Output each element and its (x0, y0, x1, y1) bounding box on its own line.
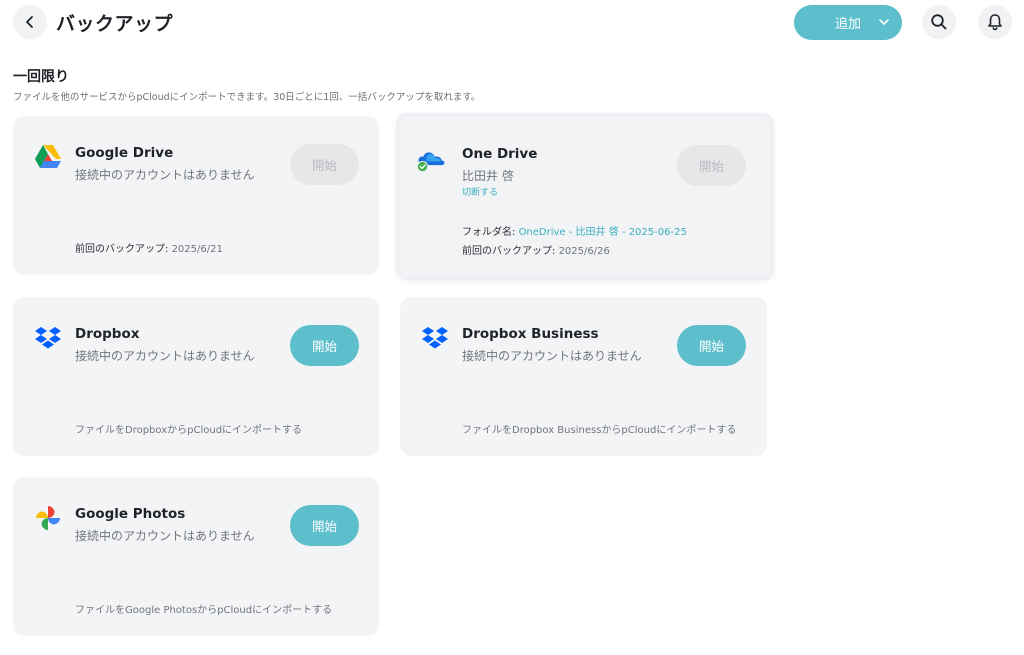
start-button-dropbox-business[interactable]: 開始 (677, 325, 746, 366)
connected-account: 比田井 啓 (462, 169, 514, 183)
last-backup-date: 2025/6/21 (171, 244, 223, 255)
check-badge-icon (417, 161, 428, 172)
back-arrow-icon (26, 16, 33, 28)
service-status: 接続中のアカウントはありません (75, 349, 255, 363)
start-button-google-drive[interactable]: 開始 (290, 144, 359, 185)
notifications-button[interactable] (978, 5, 1012, 39)
service-name: Dropbox Business (462, 326, 599, 342)
add-button[interactable]: 追加 (794, 5, 902, 40)
page-title: バックアップ (56, 13, 174, 35)
service-status: 接続中のアカウントはありません (462, 349, 642, 363)
card-google-photos: Google Photos 接続中のアカウントはありません 開始 ファイルをGo… (13, 477, 379, 636)
folder-name-label: フォルダ名: (462, 227, 516, 238)
card-google-drive: Google Drive 接続中のアカウントはありません 開始 前回のバックアッ… (13, 116, 379, 275)
start-button-dropbox[interactable]: 開始 (290, 325, 359, 366)
onedrive-icon (416, 152, 445, 173)
dropbox-icon (422, 327, 448, 349)
dropbox-icon (35, 327, 61, 349)
service-status: 接続中のアカウントはありません (75, 529, 255, 543)
section-subtitle: ファイルを他のサービスからpCloudにインポートできます。30日ごとに1回、一… (13, 92, 481, 103)
import-description: ファイルをDropboxからpCloudにインポートする (75, 425, 303, 436)
section-title: 一回限り (13, 69, 69, 85)
google-photos-icon (36, 506, 60, 530)
last-backup: 前回のバックアップ: 2025/6/21 (75, 240, 223, 255)
import-description: ファイルをDropbox BusinessからpCloudにインポートする (462, 425, 737, 436)
last-backup-label: 前回のバックアップ: (75, 244, 169, 255)
last-backup-label: 前回のバックアップ: (462, 246, 556, 257)
back-button[interactable] (13, 5, 47, 39)
service-name: Google Drive (75, 145, 174, 161)
folder-name-link[interactable]: OneDrive - 比田井 啓 - 2025-06-25 (519, 227, 687, 238)
start-button-google-photos[interactable]: 開始 (290, 505, 359, 546)
import-description: ファイルをGoogle PhotosからpCloudにインポートする (75, 605, 333, 616)
search-icon (931, 14, 947, 30)
start-button-one-drive[interactable]: 開始 (677, 145, 746, 186)
search-button[interactable] (922, 5, 956, 39)
service-name: Google Photos (75, 506, 186, 522)
bell-icon (988, 14, 1002, 31)
service-name: Dropbox (75, 326, 140, 342)
last-backup-date: 2025/6/26 (558, 246, 610, 257)
chevron-down-icon (879, 19, 889, 25)
google-drive-icon (35, 145, 61, 168)
card-dropbox-business: Dropbox Business 接続中のアカウントはありません 開始 ファイル… (400, 297, 767, 456)
card-dropbox: Dropbox 接続中のアカウントはありません 開始 ファイルをDropboxか… (13, 297, 379, 456)
add-button-label: 追加 (835, 17, 862, 32)
service-status: 接続中のアカウントはありません (75, 168, 255, 182)
last-backup: 前回のバックアップ: 2025/6/26 (462, 242, 610, 257)
service-name: One Drive (462, 146, 538, 162)
disconnect-link[interactable]: 切断する (462, 185, 498, 198)
folder-name: フォルダ名: OneDrive - 比田井 啓 - 2025-06-25 (462, 223, 687, 238)
card-one-drive: One Drive 比田井 啓 切断する 開始 フォルダ名: OneDrive … (396, 113, 774, 280)
